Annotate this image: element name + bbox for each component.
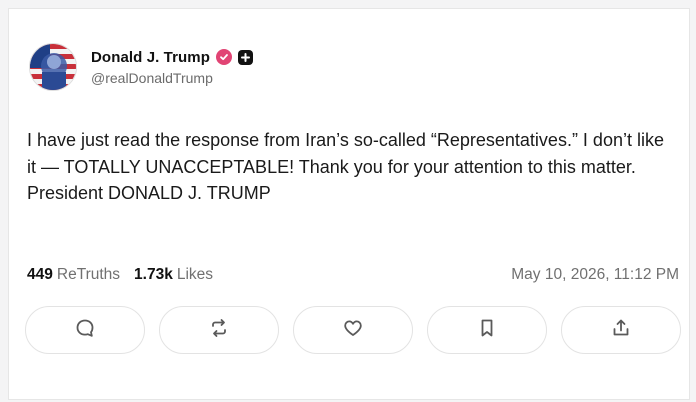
reply-icon [74, 317, 96, 344]
bookmark-icon [476, 317, 498, 344]
like-button[interactable] [293, 306, 413, 354]
post-header: Donald J. Trump @realDonaldTrump [29, 43, 254, 91]
retruth-button[interactable] [159, 306, 279, 354]
author-handle[interactable]: @realDonaldTrump [91, 70, 253, 86]
verified-check-icon [216, 49, 233, 65]
post-stats: 449 ReTruths 1.73k Likes May 10, 2026, 1… [27, 266, 679, 284]
retruths-label[interactable]: ReTruths [57, 266, 120, 284]
plus-badge-icon [238, 49, 254, 65]
retruths-count[interactable]: 449 [27, 266, 53, 284]
likes-count[interactable]: 1.73k [134, 266, 173, 284]
name-row: Donald J. Trump [91, 49, 254, 66]
post-timestamp[interactable]: May 10, 2026, 11:12 PM [511, 266, 679, 284]
post-card: Donald J. Trump @realDonaldTrump I have … [8, 8, 690, 400]
share-button[interactable] [561, 306, 681, 354]
author-names: Donald J. Trump @realDonaldTrump [91, 49, 254, 86]
avatar[interactable] [29, 43, 77, 91]
retruth-icon [208, 317, 230, 344]
reply-button[interactable] [25, 306, 145, 354]
action-bar [25, 306, 681, 354]
heart-icon [342, 317, 364, 344]
author-display-name[interactable]: Donald J. Trump [91, 49, 210, 66]
share-icon [610, 317, 632, 344]
likes-label[interactable]: Likes [177, 266, 213, 284]
bookmark-button[interactable] [427, 306, 547, 354]
post-text: I have just read the response from Iran’… [27, 130, 664, 203]
